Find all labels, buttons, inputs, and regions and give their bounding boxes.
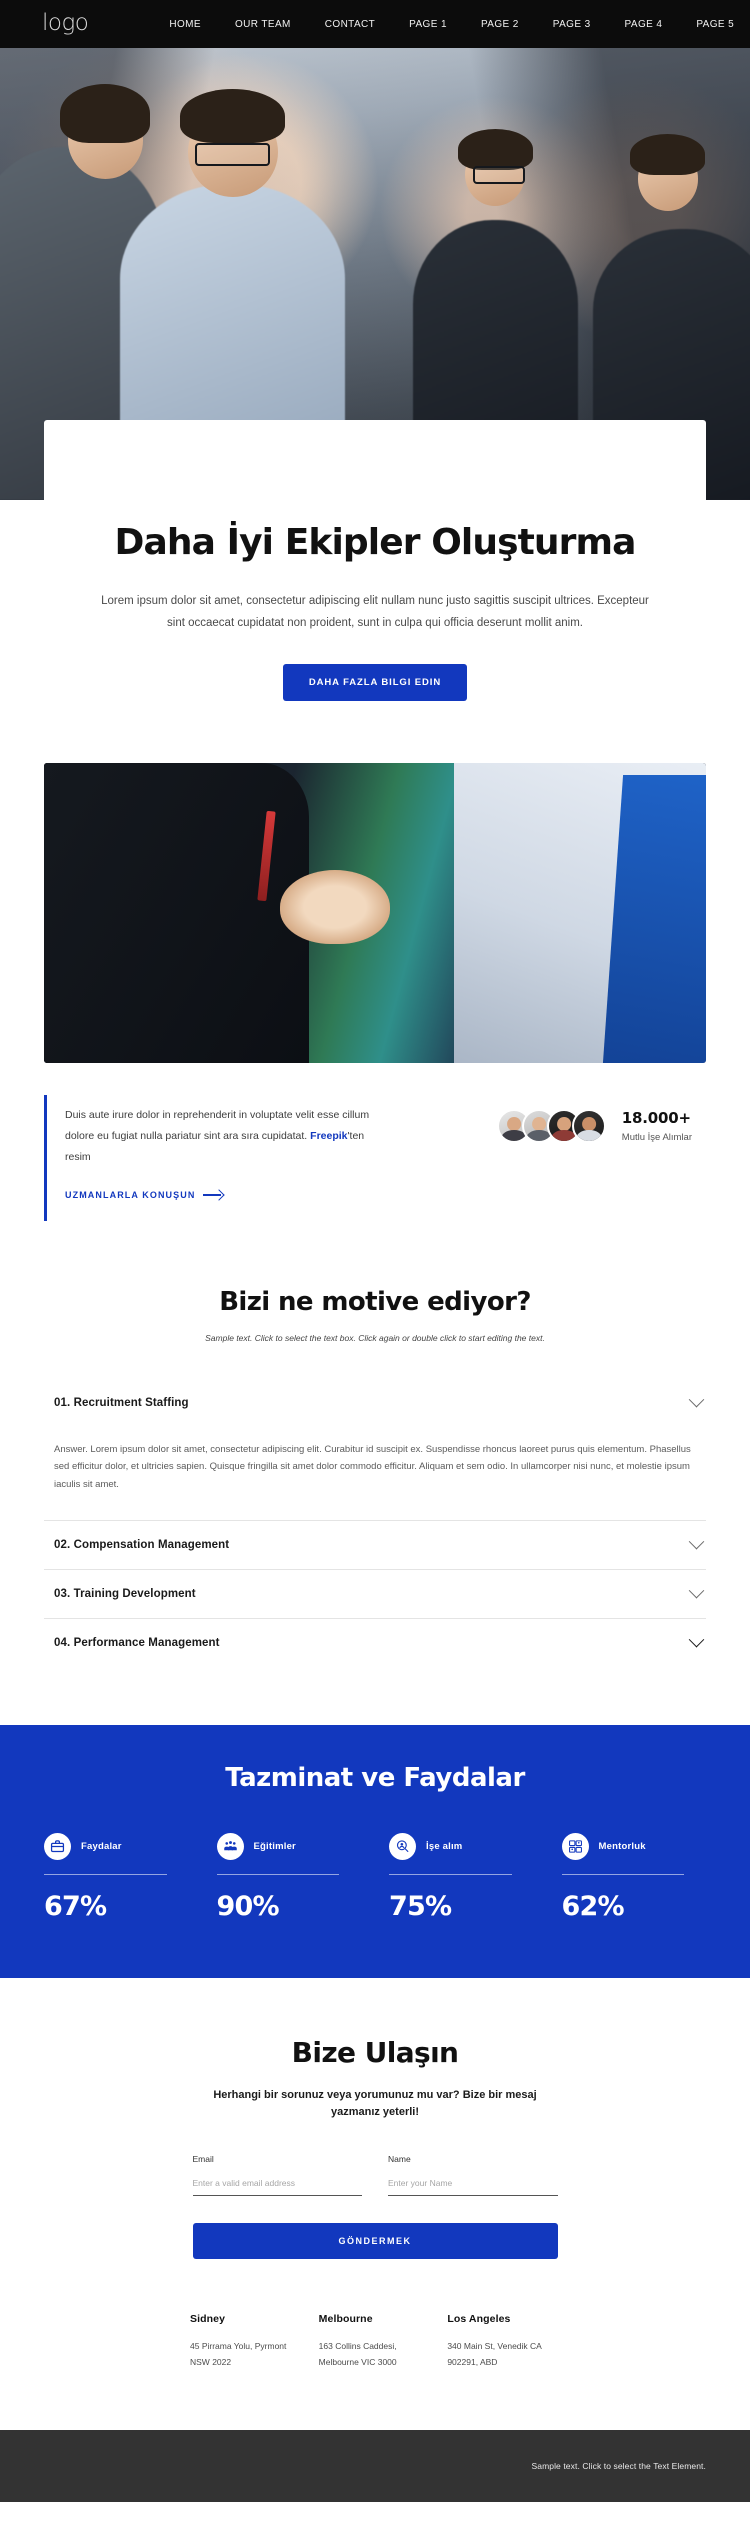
stat-label-benefits: Faydalar [81,1840,122,1852]
stat-card-recruitment: İşe alım 75% [389,1832,534,1922]
nav-link-home[interactable]: HOME [152,19,218,30]
arrow-right-icon [203,1191,223,1199]
quote-and-stat-row: Duis aute irure dolor in reprehenderit i… [0,1063,750,1221]
stat-divider [389,1873,512,1875]
contact-section: Bize Ulaşın Herhangi bir sorunuz veya yo… [0,1978,750,2431]
email-field-group: Email [192,2153,362,2196]
contact-form: Email Name GÖNDERMEK [192,2153,558,2259]
stat-divider [216,1873,340,1875]
hero-banner [0,48,750,500]
accordion-item-2: 02. Compensation Management [44,1521,706,1570]
chevron-down-icon[interactable] [688,1534,705,1550]
accordion-header-1[interactable]: 01. Recruitment Staffing [44,1379,706,1427]
submit-button[interactable]: GÖNDERMEK [192,2222,558,2259]
accordion-item-3: 03. Training Development [44,1570,706,1619]
avatar [571,1108,606,1143]
nav-link-contact[interactable]: CONTACT [308,19,392,30]
briefcase-icon [44,1832,71,1860]
quote-block: Duis aute irure dolor in reprehenderit i… [44,1094,374,1221]
avatar-group [496,1108,606,1143]
handshake-image-section [0,700,750,1063]
stat-card-trainings: Eğitimler 90% [216,1832,362,1922]
talk-to-experts-label: UZMANLARLA KONUŞUN [65,1189,196,1200]
stat-divider [561,1873,685,1875]
office-city-name: Sidney [190,2312,226,2325]
happy-hires-text: 18.000+ Mutlu İşe Alımlar [622,1109,692,1143]
accordion-item-1: 01. Recruitment Staffing Answer. Lorem i… [44,1379,706,1521]
office-address: 45 Pirrama Yolu, Pyrmont NSW 2022 [190,2340,287,2367]
primary-nav: HOME OUR TEAM CONTACT PAGE 1 PAGE 2 PAGE… [152,19,750,30]
office-address: 163 Collins Caddesi, Melbourne VIC 3000 [318,2340,397,2367]
faq-section: Bizi ne motive ediyor? Sample text. Clic… [0,1221,750,1667]
accordion-list: 01. Recruitment Staffing Answer. Lorem i… [44,1379,706,1667]
chevron-down-icon[interactable] [688,1583,705,1599]
name-label: Name [388,2153,411,2164]
faq-subtitle: Sample text. Click to select the text bo… [205,1332,545,1343]
benefits-stats-section: Tazminat ve Faydalar Faydalar 67% Eğitim… [0,1724,750,1978]
stat-label-recruitment: İşe alım [426,1840,463,1852]
stats-title: Tazminat ve Faydalar [225,1762,525,1793]
accordion-body-1: Answer. Lorem ipsum dolor sit amet, cons… [54,1443,691,1491]
handshake-photo [44,762,706,1063]
email-input[interactable] [192,2175,362,2196]
mentorship-cards-icon [561,1832,589,1860]
accordion-header-2[interactable]: 02. Compensation Management [44,1521,706,1569]
nav-link-page-4[interactable]: PAGE 4 [608,19,680,30]
offices-list: Sidney 45 Pirrama Yolu, Pyrmont NSW 2022… [190,2313,560,2430]
stat-value-trainings: 90% [216,1890,280,1922]
happy-hires-label: Mutlu İşe Alımlar [621,1131,692,1143]
stat-card-benefits: Faydalar 67% [44,1832,189,1922]
nav-link-page-2[interactable]: PAGE 2 [464,19,536,30]
office-city-name: Los Angeles [447,2312,511,2325]
accordion-title-2: 02. Compensation Management [54,1538,230,1551]
candidate-search-icon [389,1832,416,1860]
happy-hires-number: 18.000+ [621,1108,691,1127]
stat-label-mentorship: Mentorluk [598,1840,646,1852]
accordion-title-3: 03. Training Development [54,1587,196,1600]
accordion-item-4: 04. Performance Management [44,1619,706,1667]
happy-hires-stat: 18.000+ Mutlu İşe Alımlar [496,1095,692,1143]
nav-link-page-5[interactable]: PAGE 5 [679,19,750,30]
stat-value-recruitment: 75% [389,1890,452,1922]
page-title: Daha İyi Ekipler Oluşturma [114,522,636,563]
office-address: 340 Main St, Venedik CA 902291, ABD [447,2340,542,2367]
talk-to-experts-link[interactable]: UZMANLARLA KONUŞUN [65,1190,223,1200]
people-group-icon [216,1832,244,1860]
stats-grid: Faydalar 67% Eğitimler 90% İşe alım 75% … [44,1832,707,1922]
contact-title: Bize Ulaşın [291,2035,459,2069]
name-input[interactable] [388,2175,558,2196]
accordion-header-3[interactable]: 03. Training Development [44,1570,706,1618]
quote-text: Duis aute irure dolor in reprehenderit i… [65,1105,374,1168]
name-field-group: Name [388,2154,558,2196]
site-logo[interactable]: logo [42,11,89,35]
email-label: Email [192,2153,214,2164]
footer-text: Sample text. Click to select the Text El… [531,2461,706,2472]
nav-link-page-1[interactable]: PAGE 1 [392,19,464,30]
accordion-header-4[interactable]: 04. Performance Management [44,1619,706,1667]
stat-card-mentorship: Mentorluk 62% [561,1832,707,1922]
stat-value-benefits: 67% [44,1890,107,1922]
learn-more-button[interactable]: DAHA FAZLA BILGI EDIN [282,663,468,701]
accordion-title-1: 01. Recruitment Staffing [54,1396,189,1409]
hero-text-block: Daha İyi Ekipler Oluşturma Lorem ipsum d… [0,500,750,701]
hero-subtitle: Lorem ipsum dolor sit amet, consectetur … [101,595,649,629]
office-city-name: Melbourne [318,2312,373,2325]
quote-brand-link[interactable]: Freepik [310,1130,347,1142]
contact-subtitle: Herhangi bir sorunuz veya yorumunuz mu v… [213,2088,537,2119]
office-melbourne: Melbourne 163 Collins Caddesi, Melbourne… [319,2313,432,2370]
office-sidney: Sidney 45 Pirrama Yolu, Pyrmont NSW 2022 [190,2313,303,2370]
stat-divider [44,1873,167,1875]
stat-label-trainings: Eğitimler [253,1840,296,1852]
top-navigation-bar: logo HOME OUR TEAM CONTACT PAGE 1 PAGE 2… [0,0,750,48]
nav-link-page-3[interactable]: PAGE 3 [536,19,608,30]
accordion-title-4: 04. Performance Management [54,1636,220,1649]
chevron-down-icon[interactable] [688,1632,705,1648]
stat-value-mentorship: 62% [561,1890,625,1922]
page-footer: Sample text. Click to select the Text El… [0,2430,750,2503]
faq-title: Bizi ne motive ediyor? [219,1286,531,1317]
chevron-down-icon[interactable] [688,1392,705,1408]
nav-link-our-team[interactable]: OUR TEAM [218,19,308,30]
hero-white-card [44,420,706,500]
office-los-angeles: Los Angeles 340 Main St, Venedik CA 9022… [447,2313,560,2370]
